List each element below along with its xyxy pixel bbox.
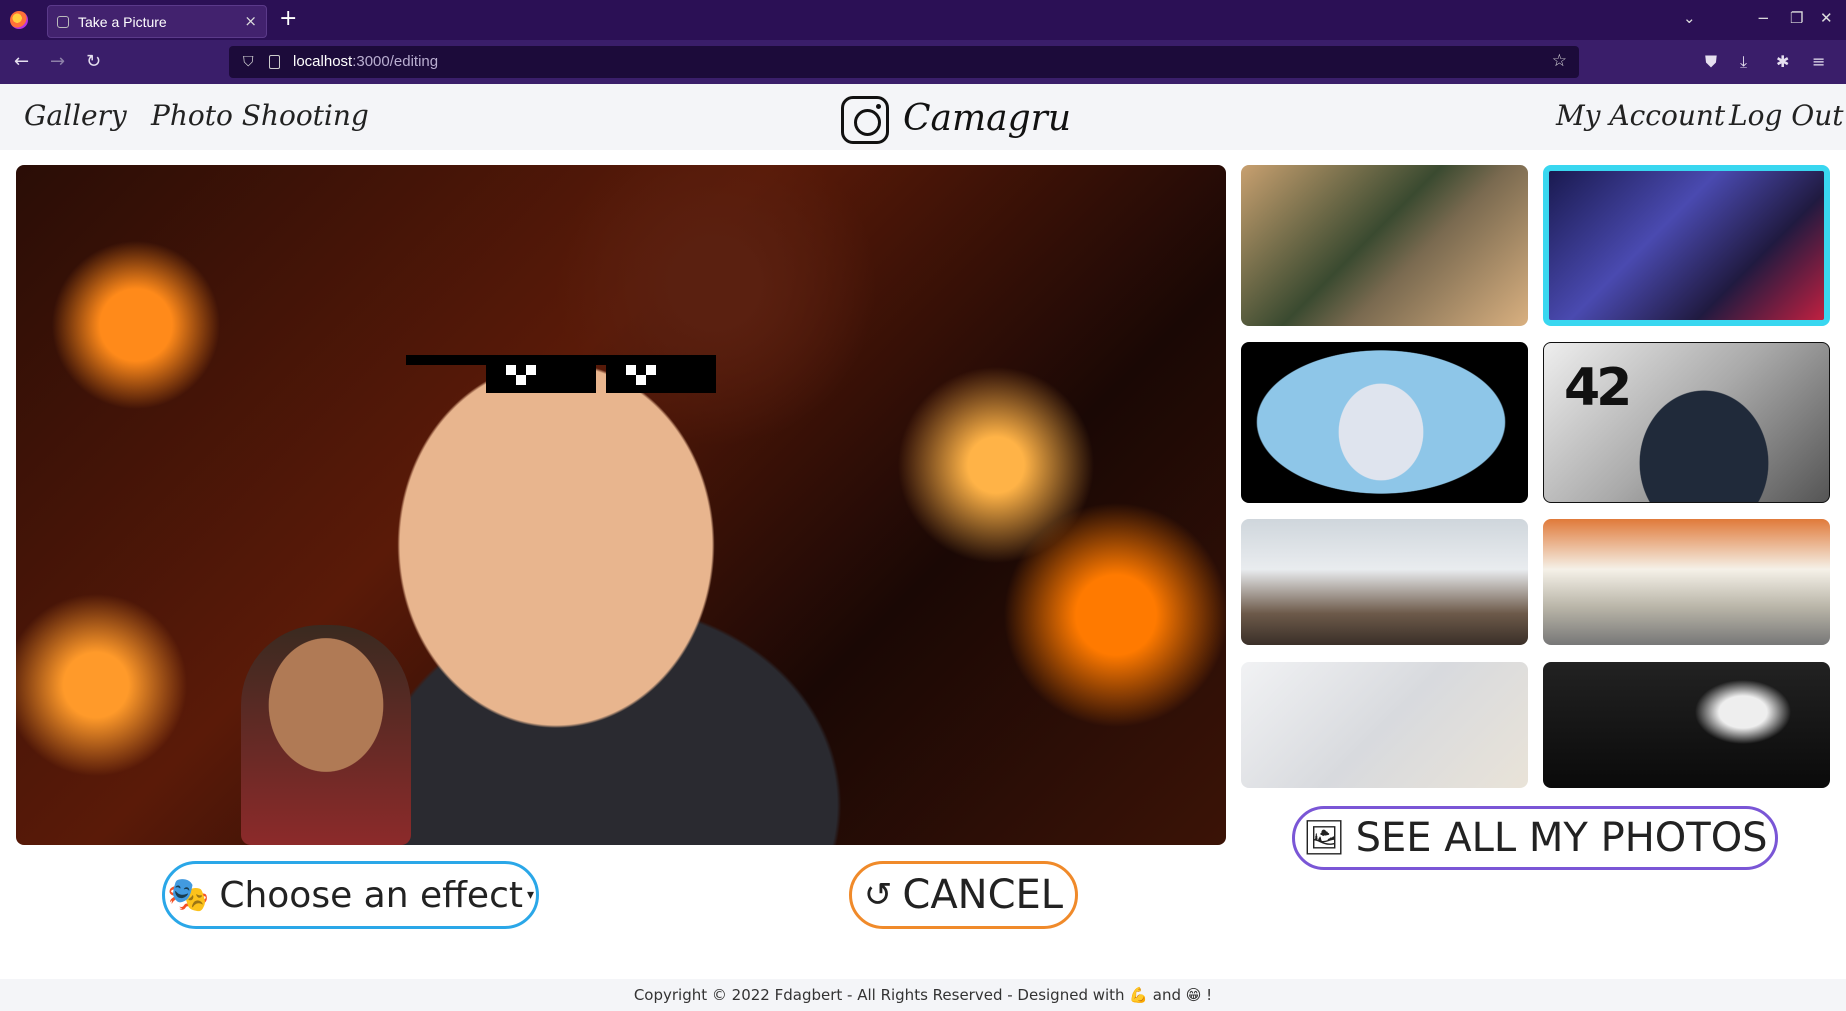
photo-preview: [16, 165, 1226, 845]
thumbnail-label: 42: [1564, 358, 1632, 418]
nav-gallery-link[interactable]: Gallery: [24, 99, 127, 132]
theater-masks-icon: 🎭: [166, 875, 210, 915]
footer-copyright: Copyright © 2022 Fdagbert - All Rights R…: [633, 986, 1213, 1004]
reload-icon[interactable]: ↻: [86, 51, 101, 72]
menu-icon[interactable]: ≡: [1812, 52, 1825, 71]
see-all-photos-button[interactable]: 🖼 SEE ALL MY PHOTOS: [1292, 806, 1778, 870]
forward-arrow-icon[interactable]: →: [50, 51, 65, 72]
effect-select[interactable]: 🎭 Choose an effect ▾: [162, 861, 539, 929]
minimize-button[interactable]: −: [1757, 9, 1770, 27]
new-tab-button[interactable]: +: [279, 6, 297, 31]
address-bar[interactable]: ⛉ localhost:3000/editing ☆: [229, 46, 1579, 78]
close-window-button[interactable]: ✕: [1820, 9, 1833, 27]
pocket-icon[interactable]: ⛊: [1705, 52, 1717, 72]
brand-name: Camagru: [903, 98, 1072, 139]
undo-icon: ↺: [863, 875, 893, 915]
browser-tab[interactable]: Take a Picture ×: [47, 5, 267, 38]
firefox-logo-icon: [10, 11, 28, 29]
see-all-photos-label: SEE ALL MY PHOTOS: [1355, 815, 1768, 861]
extensions-icon[interactable]: ✱: [1776, 52, 1789, 71]
pixel-sunglasses-sticker: [406, 355, 716, 395]
maximize-button[interactable]: ❐: [1790, 9, 1803, 27]
camera-icon: [841, 96, 889, 144]
photo-thumbnail[interactable]: [1241, 519, 1528, 645]
photo-thumbnail[interactable]: 42: [1543, 342, 1830, 503]
cancel-button[interactable]: ↺ CANCEL: [849, 861, 1078, 929]
cancel-label: CANCEL: [902, 872, 1064, 918]
tab-list-chevron-icon[interactable]: ⌄: [1683, 9, 1696, 27]
browser-toolbar: ← → ↻ ⛉ localhost:3000/editing ☆ ⛊ ⤓ ✱ ≡: [0, 40, 1846, 84]
browser-tab-bar: Take a Picture × + ⌄ − ❐ ✕: [0, 0, 1846, 40]
photo-thumbnail[interactable]: [1543, 662, 1830, 788]
photo-thumbnail[interactable]: [1543, 519, 1830, 645]
photo-thumbnail[interactable]: [1543, 165, 1830, 326]
bookmark-star-icon[interactable]: ☆: [1552, 51, 1567, 71]
photo-thumbnail[interactable]: [1241, 662, 1528, 788]
photo-gallery-icon: 🖼: [1302, 818, 1346, 858]
photo-thumbnail[interactable]: [1241, 165, 1528, 326]
back-arrow-icon[interactable]: ←: [14, 51, 29, 72]
site-header: Gallery Photo Shooting Camagru My Accoun…: [0, 84, 1846, 150]
download-icon[interactable]: ⤓: [1740, 52, 1747, 72]
nav-photo-shooting-link[interactable]: Photo Shooting: [151, 99, 369, 132]
tab-close-button[interactable]: ×: [244, 12, 257, 30]
page-favicon-icon: [57, 16, 69, 28]
photo-thumbnail[interactable]: [1241, 342, 1528, 503]
chevron-down-icon: ▾: [527, 887, 535, 903]
url-text[interactable]: localhost:3000/editing: [293, 53, 438, 70]
effect-select-label: Choose an effect: [219, 874, 523, 916]
page-info-icon[interactable]: [269, 55, 280, 69]
nav-log-out-link[interactable]: Log Out: [1729, 99, 1844, 132]
nav-my-account-link[interactable]: My Account: [1556, 99, 1725, 132]
tab-title: Take a Picture: [78, 14, 167, 30]
shield-icon[interactable]: ⛉: [243, 54, 254, 70]
face-sticker: [241, 625, 411, 845]
site-footer: Copyright © 2022 Fdagbert - All Rights R…: [0, 979, 1846, 1011]
